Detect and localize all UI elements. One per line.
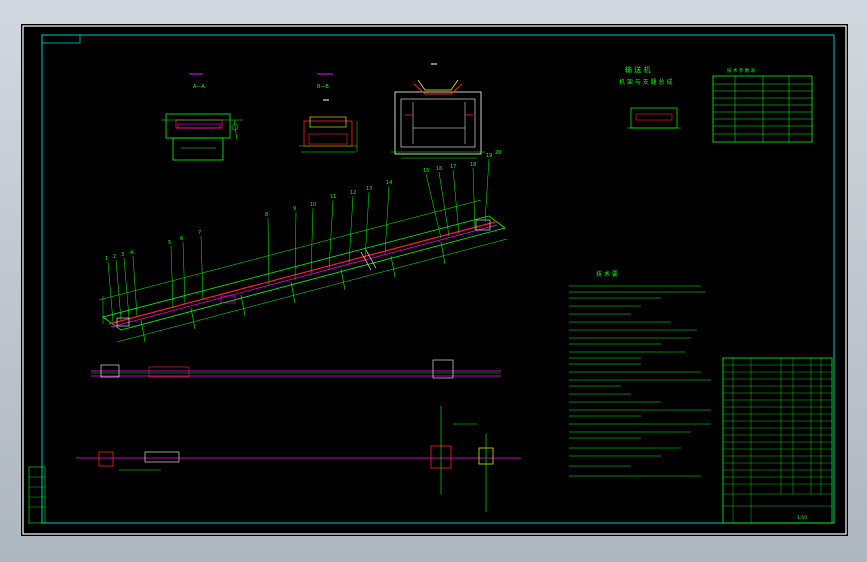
callout-number: 17 [450, 164, 456, 170]
left-revision-strip [28, 466, 46, 524]
callout-number: 11 [330, 194, 336, 200]
callout-number: 9 [293, 206, 296, 212]
caption-line-1: 输 送 机 [625, 65, 650, 74]
parameter-table: 技 术 参 数 表 [712, 67, 813, 143]
callout-number: 13 [366, 186, 372, 192]
detail-view-frame [391, 63, 485, 159]
callout-number: 1 [105, 256, 108, 262]
callout-number: 15 [423, 168, 429, 174]
callout-labels: 1 2 3 456789101112131415 16 17 1819 20 [105, 150, 501, 262]
notes-title: 技 术 要 [596, 270, 618, 278]
detail-view-a: A—A [161, 73, 243, 161]
callout-number: 16 [436, 166, 442, 172]
plan-view-upper [91, 359, 501, 379]
callout-number: 6 [180, 236, 183, 242]
drawing-viewport[interactable]: A—A B—B 输 送 机 机 架 与 支 腿 总 成 技 术 参 数 表 技 … [21, 24, 848, 536]
callout-number: 2 [113, 254, 116, 260]
section-label-b: B—B [317, 84, 329, 90]
callout-number: 14 [386, 180, 392, 186]
callout-number: 7 [198, 230, 201, 236]
revision-box [41, 34, 81, 44]
callout-number: 12 [350, 190, 356, 196]
technical-notes: 技 术 要 [569, 270, 711, 477]
callout-number: 8 [265, 212, 268, 218]
plan-view-lower [76, 406, 521, 512]
callout-number: 3 [121, 252, 124, 258]
callout-number: 19 [486, 153, 492, 159]
callout-leaders [107, 158, 490, 323]
title-block-scale: 1:50 [797, 515, 807, 521]
callout-number: 18 [470, 162, 476, 168]
cad-drawing: A—A B—B 输 送 机 机 架 与 支 腿 总 成 技 术 参 数 表 技 … [22, 25, 847, 535]
caption-line-2: 机 架 与 支 腿 总 成 [619, 78, 672, 86]
detail-view-b: B—B [299, 73, 358, 153]
conveyor-elevation [98, 199, 508, 343]
top-right-caption: 输 送 机 机 架 与 支 腿 总 成 [619, 65, 681, 129]
callout-number: 20 [495, 150, 501, 156]
sheet-inner-border [41, 34, 835, 524]
callout-number: 10 [310, 202, 316, 208]
callout-number: 4 [130, 250, 133, 256]
title-block: 1:50 [722, 357, 833, 524]
section-label-a: A—A [193, 84, 205, 90]
parameter-table-title: 技 术 参 数 表 [727, 67, 756, 74]
callout-number: 5 [168, 240, 171, 246]
